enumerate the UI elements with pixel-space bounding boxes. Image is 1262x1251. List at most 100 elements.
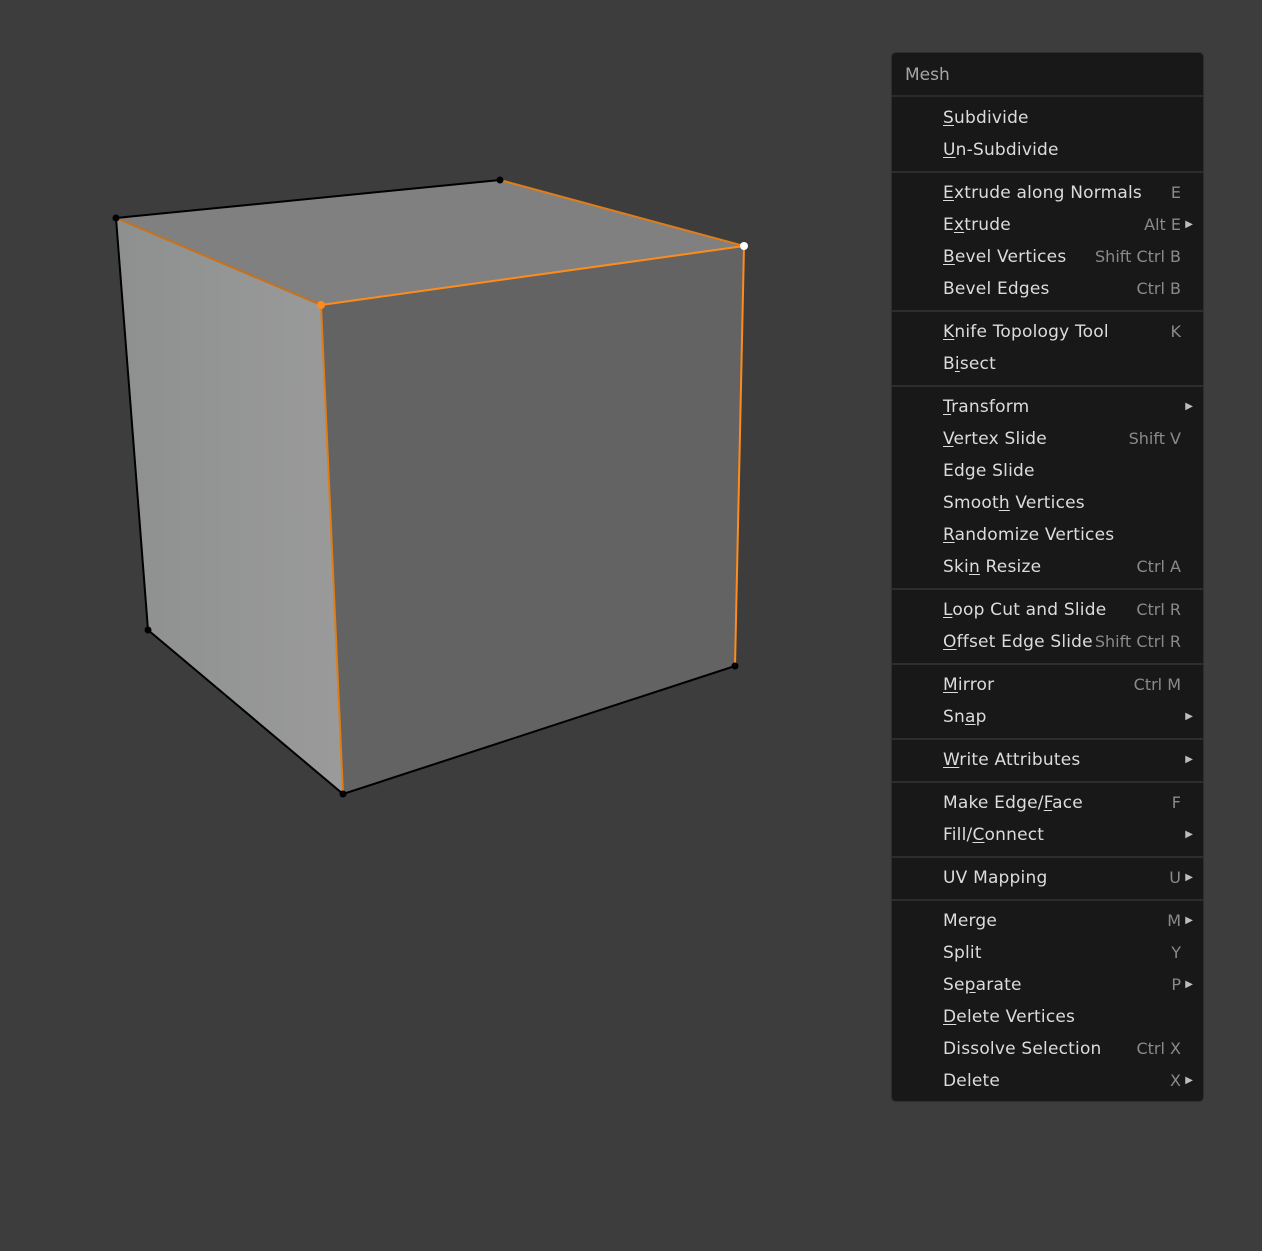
menu-item-extrude-along-normals[interactable]: Extrude along Normals E — [892, 177, 1203, 209]
menu-separator — [892, 781, 1203, 783]
menu-item-smooth-vertices[interactable]: Smooth Vertices — [892, 487, 1203, 519]
menu-item-label: Delete — [943, 1071, 1001, 1091]
menu-item-label: Edge Slide — [943, 461, 1035, 481]
menu-item-uv-mapping[interactable]: UV Mapping U ▶ — [892, 862, 1203, 894]
menu-item-snap[interactable]: Snap ▶ — [892, 701, 1203, 733]
submenu-arrow-icon: ▶ — [1185, 872, 1193, 883]
menu-item-bevel-edges[interactable]: Bevel Edges Ctrl B — [892, 273, 1203, 305]
submenu-arrow-icon: ▶ — [1185, 711, 1193, 722]
menu-item-delete[interactable]: Delete X ▶ — [892, 1065, 1203, 1097]
menu-item-loop-cut-and-slide[interactable]: Loop Cut and Slide Ctrl R — [892, 594, 1203, 626]
menu-item-label: Randomize Vertices — [943, 525, 1115, 545]
menu-item-shortcut: M — [1167, 911, 1181, 930]
submenu-arrow-icon: ▶ — [1185, 915, 1193, 926]
menu-item-label: Vertex Slide — [943, 429, 1047, 449]
menu-item-label: Bisect — [943, 354, 996, 374]
menu-item-bisect[interactable]: Bisect — [892, 348, 1203, 380]
menu-item-label: Knife Topology Tool — [943, 322, 1109, 342]
menu-item-label: Make Edge/Face — [943, 793, 1083, 813]
menu-item-write-attributes[interactable]: Write Attributes ▶ — [892, 744, 1203, 776]
menu-item-label: Loop Cut and Slide — [943, 600, 1107, 620]
menu-item-skin-resize[interactable]: Skin Resize Ctrl A — [892, 551, 1203, 583]
menu-separator — [892, 856, 1203, 858]
vertex[interactable] — [112, 214, 120, 222]
menu-body: Subdivide Un-Subdivide Extrude along Norma… — [892, 102, 1203, 1097]
menu-item-label: Write Attributes — [943, 750, 1081, 770]
active-vertex[interactable] — [740, 242, 748, 250]
vertex[interactable] — [731, 662, 739, 670]
menu-item-vertex-slide[interactable]: Vertex Slide Shift V — [892, 423, 1203, 455]
menu-item-shortcut: Ctrl M — [1133, 675, 1181, 694]
menu-item-offset-edge-slide[interactable]: Offset Edge Slide Shift Ctrl R — [892, 626, 1203, 658]
menu-item-randomize-vertices[interactable]: Randomize Vertices — [892, 519, 1203, 551]
menu-item-shortcut: E — [1170, 183, 1181, 202]
menu-separator — [892, 310, 1203, 312]
menu-item-label: Mirror — [943, 675, 995, 695]
menu-item-label: Smooth Vertices — [943, 493, 1085, 513]
menu-item-shortcut: Ctrl B — [1136, 279, 1181, 298]
menu-separator — [892, 663, 1203, 665]
menu-item-shortcut: X — [1170, 1071, 1181, 1090]
menu-item-shortcut: Shift Ctrl R — [1094, 632, 1181, 651]
menu-item-shortcut: Ctrl X — [1136, 1039, 1181, 1058]
menu-item-label: Dissolve Selection — [943, 1039, 1102, 1059]
vertex[interactable] — [496, 176, 504, 184]
menu-separator — [892, 899, 1203, 901]
menu-item-dissolve-selection[interactable]: Dissolve Selection Ctrl X — [892, 1033, 1203, 1065]
menu-item-label: Extrude along Normals — [943, 183, 1142, 203]
menu-item-mirror[interactable]: Mirror Ctrl M — [892, 669, 1203, 701]
menu-item-subdivide[interactable]: Subdivide — [892, 102, 1203, 134]
menu-item-shortcut: Shift Ctrl B — [1095, 247, 1181, 266]
submenu-arrow-icon: ▶ — [1185, 979, 1193, 990]
menu-item-shortcut: Alt E — [1144, 215, 1181, 234]
submenu-arrow-icon: ▶ — [1185, 401, 1193, 412]
menu-item-label: Un-Subdivide — [943, 140, 1059, 160]
menu-item-transform[interactable]: Transform ▶ — [892, 391, 1203, 423]
menu-item-shortcut: K — [1170, 322, 1182, 341]
menu-item-shortcut: Shift V — [1128, 429, 1181, 448]
menu-separator — [892, 738, 1203, 740]
menu-item-delete-vertices[interactable]: Delete Vertices — [892, 1001, 1203, 1033]
menu-item-label: Snap — [943, 707, 987, 727]
menu-item-shortcut: F — [1171, 793, 1181, 812]
menu-item-label: Extrude — [943, 215, 1011, 235]
submenu-arrow-icon: ▶ — [1185, 1075, 1193, 1086]
menu-item-label: Skin Resize — [943, 557, 1042, 577]
menu-separator — [892, 171, 1203, 173]
menu-item-knife-topology-tool[interactable]: Knife Topology Tool K — [892, 316, 1203, 348]
menu-item-fill-connect[interactable]: Fill/Connect ▶ — [892, 819, 1203, 851]
menu-item-label: Bevel Vertices — [943, 247, 1067, 267]
menu-item-make-edge-face[interactable]: Make Edge/Face F — [892, 787, 1203, 819]
menu-item-label: Merge — [943, 911, 998, 931]
submenu-arrow-icon: ▶ — [1185, 754, 1193, 765]
cube-front-face[interactable] — [321, 246, 744, 794]
menu-item-shortcut: U — [1169, 868, 1181, 887]
vertex[interactable] — [144, 626, 152, 634]
selected-vertex[interactable] — [317, 301, 325, 309]
menu-item-label: Fill/Connect — [943, 825, 1045, 845]
submenu-arrow-icon: ▶ — [1185, 829, 1193, 840]
menu-item-split[interactable]: Split Y — [892, 937, 1203, 969]
menu-item-extrude[interactable]: Extrude Alt E ▶ — [892, 209, 1203, 241]
menu-item-shortcut: P — [1171, 975, 1181, 994]
menu-item-label: Subdivide — [943, 108, 1029, 128]
menu-item-un-subdivide[interactable]: Un-Subdivide — [892, 134, 1203, 166]
menu-item-label: UV Mapping — [943, 868, 1048, 888]
menu-item-separate[interactable]: Separate P ▶ — [892, 969, 1203, 1001]
menu-item-edge-slide[interactable]: Edge Slide — [892, 455, 1203, 487]
menu-title: Mesh — [892, 53, 1203, 97]
menu-item-bevel-vertices[interactable]: Bevel Vertices Shift Ctrl B — [892, 241, 1203, 273]
menu-item-label: Transform — [943, 397, 1030, 417]
menu-item-label: Separate — [943, 975, 1022, 995]
vertex[interactable] — [339, 790, 347, 798]
menu-item-merge[interactable]: Merge M ▶ — [892, 905, 1203, 937]
cube-left-face[interactable] — [116, 218, 343, 794]
menu-item-shortcut: Ctrl A — [1136, 557, 1182, 576]
menu-item-label: Split — [943, 943, 982, 963]
menu-item-shortcut: Y — [1171, 943, 1181, 962]
menu-separator — [892, 385, 1203, 387]
mesh-context-menu: Mesh Subdivide Un-Subdivide Extrude along … — [891, 52, 1204, 1102]
menu-item-label: Delete Vertices — [943, 1007, 1076, 1027]
submenu-arrow-icon: ▶ — [1185, 219, 1193, 230]
menu-item-label: Offset Edge Slide — [943, 632, 1093, 652]
